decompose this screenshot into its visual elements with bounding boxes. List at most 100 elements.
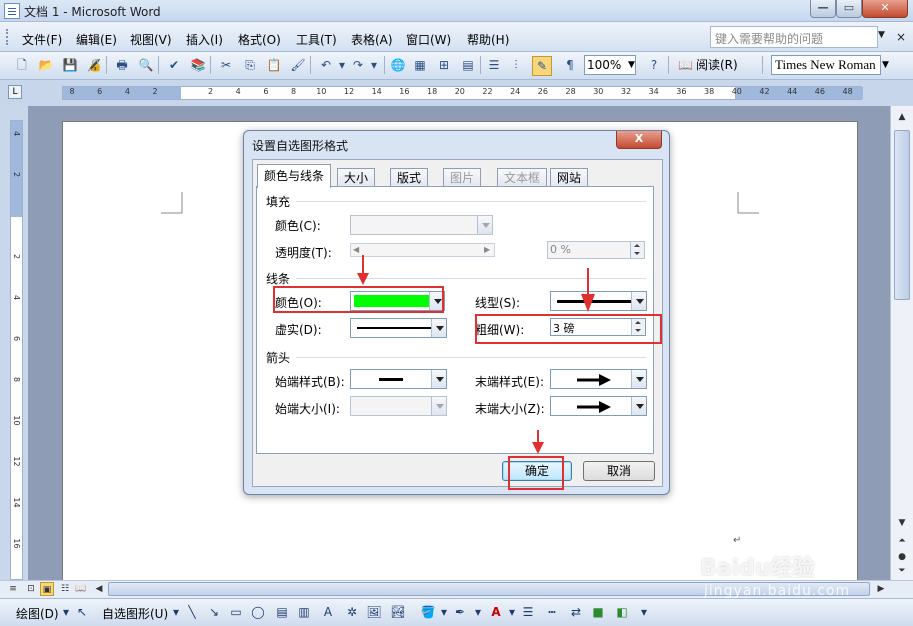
begin-size-combo[interactable] xyxy=(350,396,447,416)
zoom-dropdown-icon[interactable]: ▼ xyxy=(628,56,638,74)
document-map-icon[interactable]: ✎ xyxy=(532,56,552,76)
menu-insert[interactable]: 插入(I) xyxy=(186,31,223,48)
dash-combo[interactable] xyxy=(350,318,447,338)
menu-view[interactable]: 视图(V) xyxy=(130,31,172,48)
font-color-icon[interactable]: A xyxy=(488,604,504,620)
font-dropdown-icon[interactable]: ▼ xyxy=(882,56,894,74)
vertical-ruler[interactable]: 4 2 2 4 6 8 10 12 14 16 xyxy=(10,120,23,580)
3d-style-icon[interactable]: ◧ xyxy=(614,604,630,620)
menu-help[interactable]: 帮助(H) xyxy=(467,31,509,48)
tables-borders-icon[interactable]: ▦ xyxy=(412,57,428,73)
print-layout-view-icon[interactable]: ▣ xyxy=(40,582,54,596)
insert-excel-icon[interactable]: ▤ xyxy=(460,57,476,73)
columns-icon[interactable]: ☰ xyxy=(486,57,502,73)
maximize-button[interactable]: ▭ xyxy=(836,0,862,18)
permission-icon[interactable]: 🔏 xyxy=(86,57,102,73)
menubar-grip[interactable] xyxy=(6,29,9,45)
fill-color-dropdown-icon[interactable]: ▾ xyxy=(436,604,452,620)
tab-stop-selector[interactable]: L xyxy=(8,85,22,99)
font-color-dropdown-icon[interactable]: ▾ xyxy=(504,604,520,620)
research-icon[interactable]: 📚 xyxy=(190,57,206,73)
minimize-button[interactable]: — xyxy=(810,0,836,18)
hyperlink-icon[interactable]: 🌐 xyxy=(390,57,406,73)
spin-up-icon[interactable] xyxy=(630,242,644,250)
outline-view-icon[interactable]: ☷ xyxy=(58,582,72,596)
select-objects-icon[interactable]: ↖ xyxy=(74,604,90,620)
fill-color-combo[interactable] xyxy=(350,215,493,235)
cancel-button[interactable]: 取消 xyxy=(583,461,655,481)
vertical-textbox-icon[interactable]: ▥ xyxy=(296,604,312,620)
begin-style-combo[interactable] xyxy=(350,369,447,389)
previous-page-icon[interactable]: ⏶ xyxy=(895,534,909,548)
undo-dropdown-icon[interactable]: ▾ xyxy=(334,57,350,73)
dash-style-icon[interactable]: ┅ xyxy=(544,604,560,620)
menu-format[interactable]: 格式(O) xyxy=(238,31,281,48)
close-window-button[interactable]: ✕ xyxy=(862,0,908,18)
arrow-tool-icon[interactable]: ↘ xyxy=(206,604,222,620)
draw-menu-button[interactable]: 绘图(D) xyxy=(16,605,59,622)
diagram-icon[interactable]: ✲ xyxy=(344,604,360,620)
scroll-right-icon[interactable]: ▶ xyxy=(874,582,888,596)
autoshapes-dropdown-icon[interactable]: ▾ xyxy=(168,604,184,620)
read-mode-button[interactable]: 阅读(R) xyxy=(676,56,738,76)
menu-edit[interactable]: 编辑(E) xyxy=(76,31,117,48)
draw-dropdown-icon[interactable]: ▾ xyxy=(58,604,74,620)
reading-view-icon[interactable]: 📖 xyxy=(74,582,88,596)
line-style-combo[interactable] xyxy=(550,291,647,311)
tab-picture[interactable]: 图片 xyxy=(443,168,482,188)
transparency-spinner[interactable]: 0 % xyxy=(547,241,645,259)
print-icon[interactable]: 🖶 xyxy=(114,57,130,73)
save-icon[interactable]: 💾 xyxy=(62,57,78,73)
insert-table-icon[interactable]: ⊞ xyxy=(436,57,452,73)
line-color-icon[interactable]: ✒ xyxy=(452,604,468,620)
line-color-dropdown-icon[interactable]: ▾ xyxy=(470,604,486,620)
menu-window[interactable]: 窗口(W) xyxy=(406,31,451,48)
oval-tool-icon[interactable]: ◯ xyxy=(250,604,266,620)
help-icon[interactable]: ? xyxy=(646,57,662,73)
toolbar-options-icon[interactable]: ▾ xyxy=(636,604,652,620)
scroll-down-icon[interactable]: ▼ xyxy=(895,516,909,530)
show-hide-icon[interactable]: ¶ xyxy=(562,57,578,73)
menu-tools[interactable]: 工具(T) xyxy=(296,31,337,48)
shadow-style-icon[interactable]: ■ xyxy=(590,604,606,620)
next-page-icon[interactable]: ⏷ xyxy=(895,564,909,578)
fill-color-icon[interactable]: 🪣 xyxy=(420,604,436,620)
rectangle-tool-icon[interactable]: ▭ xyxy=(228,604,244,620)
scroll-up-icon[interactable]: ▲ xyxy=(895,110,909,124)
copy-icon[interactable]: ⎘ xyxy=(242,57,258,73)
open-folder-icon[interactable]: 📂 xyxy=(38,57,54,73)
help-search-input[interactable]: 键入需要帮助的问题 xyxy=(710,26,878,48)
redo-icon[interactable]: ↷ xyxy=(350,57,366,73)
tab-layout[interactable]: 版式 xyxy=(390,168,429,188)
web-view-icon[interactable]: ⊡ xyxy=(24,582,38,596)
textbox-tool-icon[interactable]: ▤ xyxy=(274,604,290,620)
wordart-icon[interactable]: A xyxy=(320,604,336,620)
help-dropdown-icon[interactable]: ▼ xyxy=(878,30,890,44)
scroll-thumb[interactable] xyxy=(894,130,910,300)
drawing-icon[interactable]: ⫶ xyxy=(508,57,524,73)
menu-table[interactable]: 表格(A) xyxy=(351,31,393,48)
redo-dropdown-icon[interactable]: ▾ xyxy=(366,57,382,73)
autoshapes-menu-button[interactable]: 自选图形(U) xyxy=(102,605,168,622)
end-style-combo[interactable] xyxy=(550,369,647,389)
dialog-close-button[interactable]: X xyxy=(616,131,662,149)
end-size-combo[interactable] xyxy=(550,396,647,416)
word-document-icon[interactable] xyxy=(4,3,20,19)
undo-icon[interactable]: ↶ xyxy=(318,57,334,73)
menu-file[interactable]: 文件(F) xyxy=(22,31,62,48)
font-name-combo[interactable]: Times New Roman xyxy=(771,55,881,75)
tab-textbox[interactable]: 文本框 xyxy=(497,168,548,188)
tab-web[interactable]: 网站 xyxy=(550,168,589,188)
normal-view-icon[interactable]: ≡ xyxy=(6,582,20,596)
spin-down-icon[interactable] xyxy=(630,250,644,258)
line-tool-icon[interactable]: ╲ xyxy=(184,604,200,620)
arrow-style-icon[interactable]: ⇄ xyxy=(568,604,584,620)
cut-icon[interactable]: ✂ xyxy=(218,57,234,73)
format-painter-icon[interactable]: 🖌 xyxy=(290,57,306,73)
horizontal-ruler[interactable]: 8 6 4 2 2 4 6 8 10 12 14 16 18 20 22 24 26 28 30 32 34 36 38 40… xyxy=(62,86,863,100)
clipart-icon[interactable]: 🖼 xyxy=(366,604,382,620)
paste-icon[interactable]: 📋 xyxy=(266,57,282,73)
spelling-icon[interactable]: ✔ xyxy=(166,57,182,73)
select-browse-object-icon[interactable]: ● xyxy=(895,550,909,564)
scroll-left-icon[interactable]: ◀ xyxy=(92,582,106,596)
